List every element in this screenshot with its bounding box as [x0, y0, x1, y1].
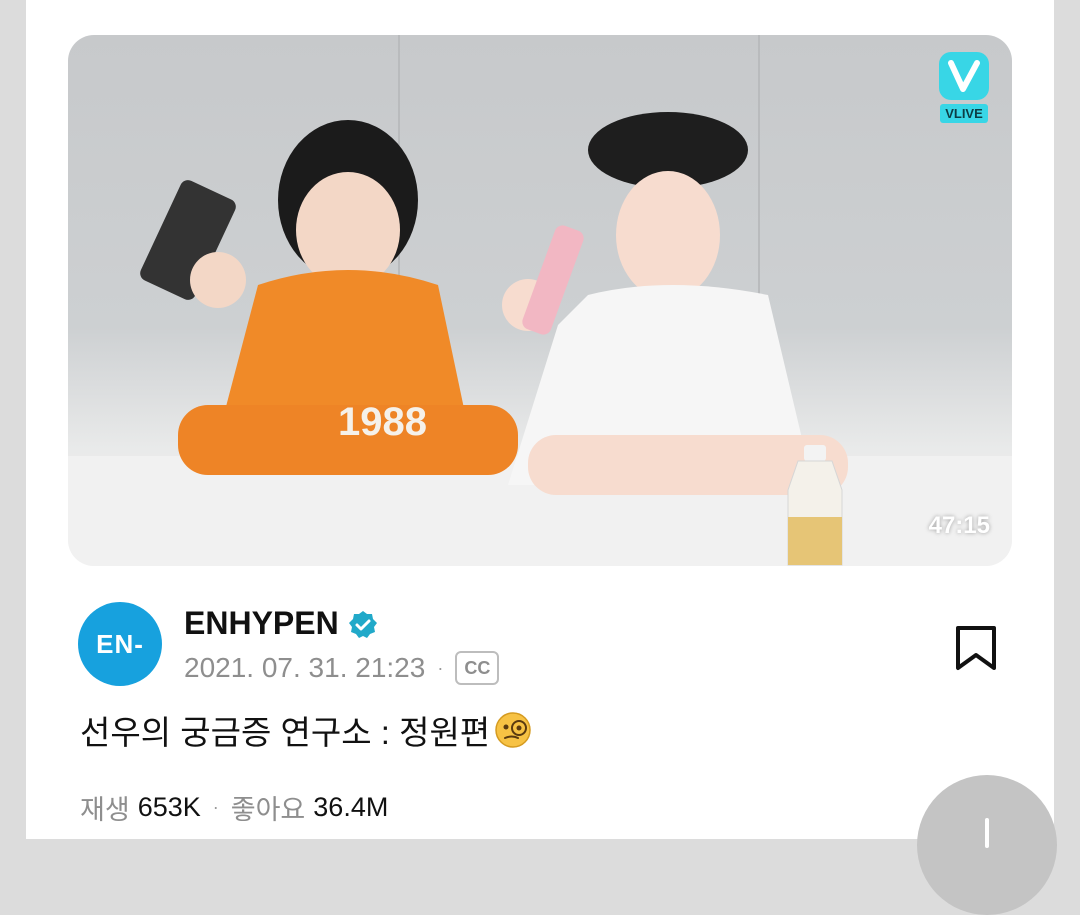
cc-badge: CC [455, 651, 500, 685]
upload-date: 2021. 07. 31. 21:23 [184, 652, 426, 683]
likes-count: 36.4M [313, 792, 389, 822]
channel-avatar[interactable]: EN- [78, 602, 162, 686]
video-title: 선우의 궁금증 연구소 : 정원편 [80, 714, 491, 751]
v-icon [939, 52, 989, 100]
plays-label: 재생 [80, 795, 130, 825]
meta-separator: · [437, 657, 444, 678]
channel-meta: 2021. 07. 31. 21:23 · CC [184, 649, 500, 687]
plays-count: 653K [137, 792, 201, 822]
bookmark-icon[interactable] [954, 625, 998, 671]
avatar-logo-text: EN- [96, 628, 144, 659]
video-duration: 47:15 [928, 512, 990, 539]
video-thumbnail[interactable]: 1988 VLIVE 47:15 [68, 35, 1012, 566]
verified-badge-icon [349, 611, 377, 638]
svg-text:1988: 1988 [338, 400, 427, 444]
channel-name[interactable]: ENHYPEN [184, 605, 339, 642]
face-with-monocle-emoji-icon [495, 712, 531, 748]
stats-separator: · [212, 797, 219, 817]
video-title-row[interactable]: 선우의 궁금증 연구소 : 정원편 [80, 706, 532, 754]
video-stats: 재생 653K · 좋아요 36.4M [80, 788, 388, 827]
likes-label: 좋아요 [230, 795, 306, 825]
vlive-badge: VLIVE [936, 47, 992, 123]
bottle-figure [787, 445, 843, 566]
arrow-up-icon [985, 818, 989, 848]
vlive-label: VLIVE [940, 104, 988, 123]
